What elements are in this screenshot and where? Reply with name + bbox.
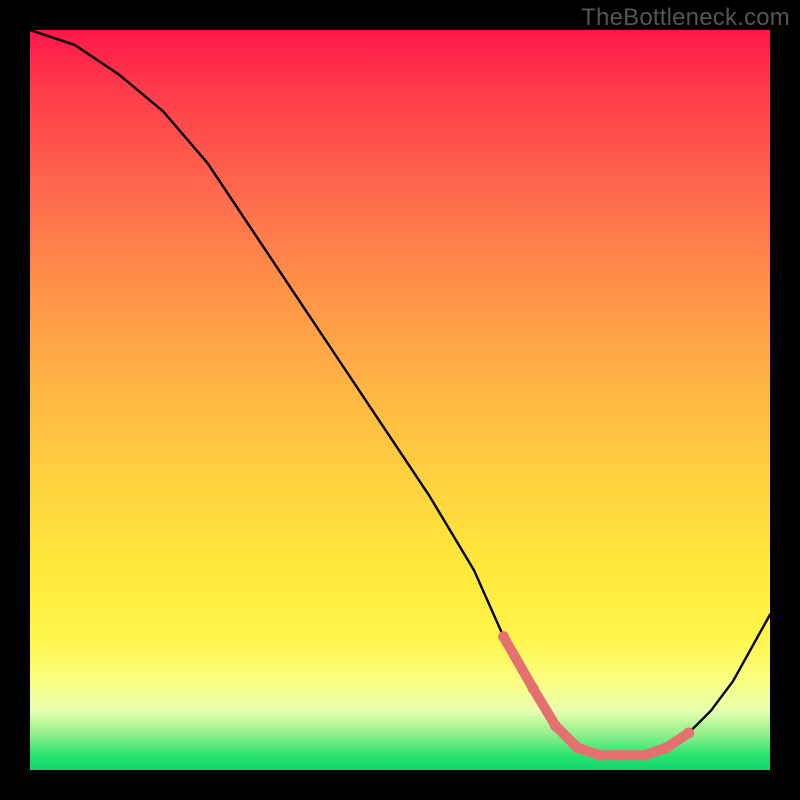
highlight-line bbox=[504, 637, 689, 755]
highlight-dot bbox=[498, 631, 509, 642]
highlight-dot bbox=[550, 720, 561, 731]
highlight-dot bbox=[683, 728, 694, 739]
highlight-dot bbox=[594, 750, 605, 761]
highlight-dots bbox=[498, 631, 694, 760]
watermark-label: TheBottleneck.com bbox=[581, 4, 790, 32]
highlight-dot bbox=[528, 683, 539, 694]
highlight-dot bbox=[617, 750, 628, 761]
plot-area bbox=[30, 30, 770, 770]
highlight-dot bbox=[661, 742, 672, 753]
highlight-dot bbox=[572, 742, 583, 753]
highlight-dot bbox=[639, 750, 650, 761]
chart-frame: TheBottleneck.com bbox=[0, 0, 800, 800]
chart-svg bbox=[30, 30, 770, 770]
curve-line bbox=[30, 30, 770, 755]
